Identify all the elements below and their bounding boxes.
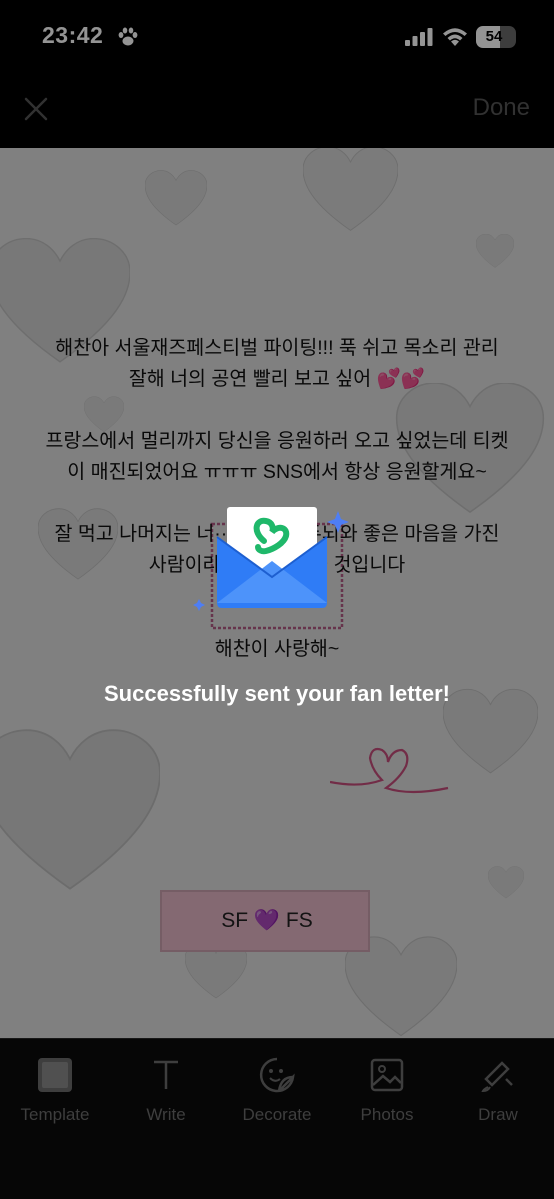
envelope-letter-icon: [193, 507, 349, 611]
success-message: Successfully sent your fan letter!: [104, 681, 450, 706]
